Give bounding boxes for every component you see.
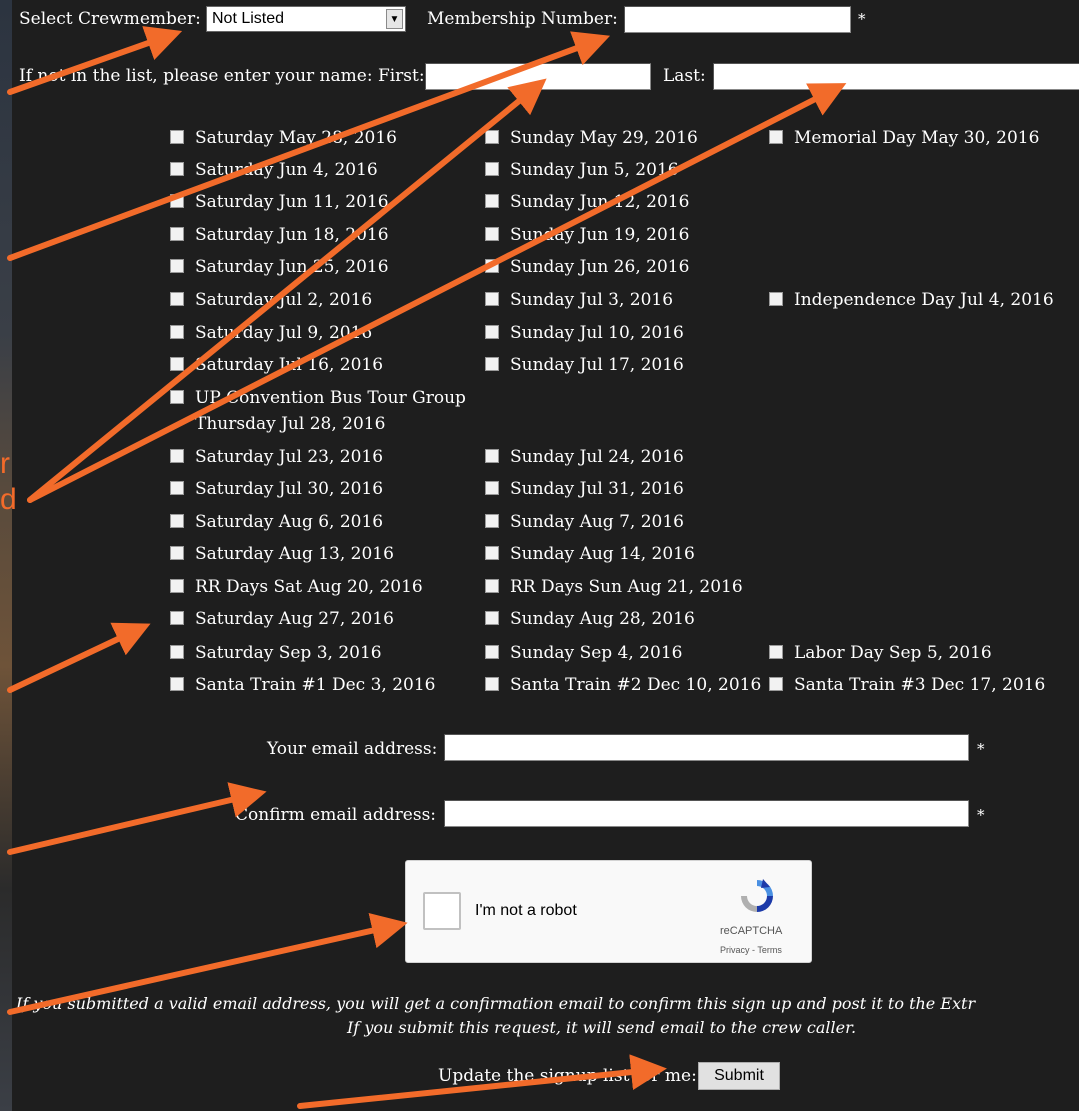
- arrow-to-last-name-input: [27, 83, 847, 503]
- arrow-to-email-input: [7, 782, 267, 855]
- arrow-to-first-name-input: [27, 78, 547, 503]
- arrow-to-membership-input: [7, 31, 611, 261]
- arrow-to-date-grid: [7, 622, 151, 693]
- arrow-to-submit-button: [297, 1054, 667, 1109]
- arrow-to-recaptcha: [7, 913, 408, 1015]
- annotation-arrows: [7, 26, 847, 1109]
- arrow-to-crewmember-select: [7, 26, 183, 95]
